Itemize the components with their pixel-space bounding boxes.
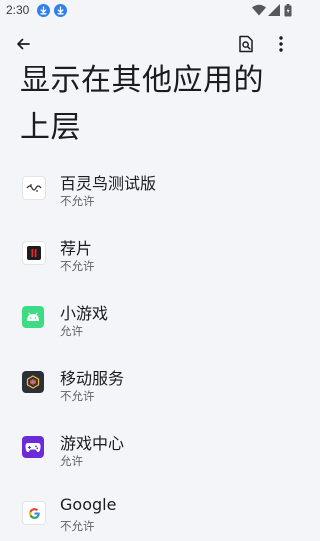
mobile-services-app-icon [22,371,44,393]
wifi-icon [252,4,266,16]
search-settings-button[interactable] [234,32,258,56]
app-list-item[interactable]: 游戏中心 允许 [0,420,300,476]
page-title: 显示在其他应用的上层 [20,63,264,145]
app-list-item[interactable]: 荐片 不允许 [0,225,300,281]
jianpian-app-icon [22,241,46,265]
app-list-item[interactable]: 小游戏 允许 [0,290,300,346]
top-app-bar [0,30,300,58]
app-name: Google [60,495,117,514]
app-list-item[interactable]: 移动服务 不允许 [0,355,300,411]
app-name: 小游戏 [60,304,109,323]
app-permission-status: 不允许 [60,259,95,273]
back-button[interactable] [11,32,35,56]
app-name: 移动服务 [60,369,125,388]
bailingniao-app-icon [22,176,46,200]
battery-icon [284,4,292,17]
back-arrow-icon [17,38,30,50]
app-permission-status: 允许 [60,454,83,468]
app-name: 游戏中心 [60,434,125,453]
app-permission-status: 不允许 [60,389,95,403]
app-permission-status: 允许 [60,324,83,338]
download-icon [37,4,50,17]
android-app-icon [22,306,44,328]
more-options-button[interactable] [269,32,293,56]
app-permission-status: 不允许 [60,194,95,208]
more-vert-icon [279,36,283,52]
app-permission-status: 不允许 [60,519,95,533]
app-name: 百灵鸟测试版 [60,174,157,193]
system-icons [252,4,294,17]
download-icon [54,4,67,17]
search-settings-icon [239,35,253,53]
signal-icon [268,4,280,16]
game-center-app-icon [22,436,44,458]
app-name: 荐片 [60,239,93,258]
status-bar: 2:30 [0,0,300,22]
status-time: 2:30 [6,3,30,17]
app-list-item[interactable]: 百灵鸟测试版 不允许 [0,160,300,216]
google-app-icon [22,501,46,525]
